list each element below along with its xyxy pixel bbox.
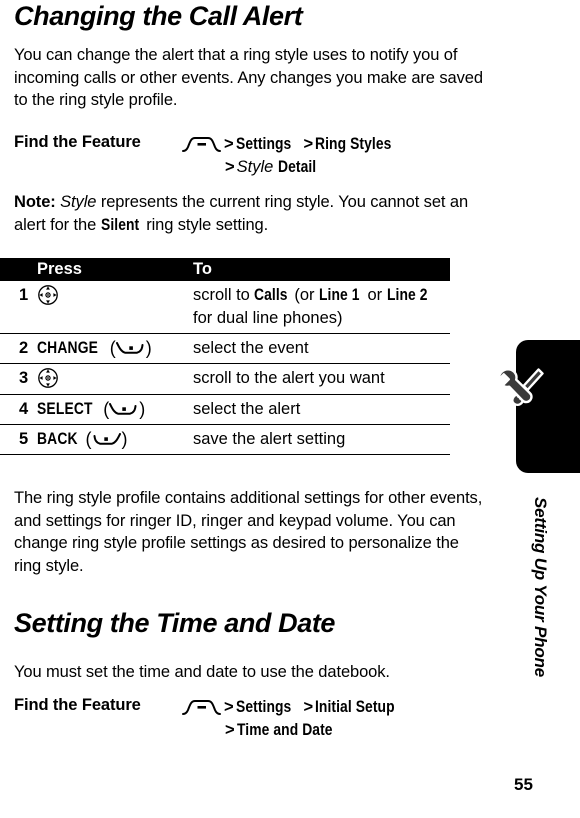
find-the-feature-label: Find the Feature	[14, 133, 141, 151]
page-title-setting-time-and-date: Setting the Time and Date	[14, 608, 336, 638]
paren-close: )	[121, 429, 128, 449]
right-soft-key-icon	[115, 341, 146, 357]
step-number: 5	[19, 430, 29, 448]
path-separator-2a: >	[224, 698, 234, 716]
table-row: 1 scroll to Calls (or Line 1 or Line 2 for …	[0, 281, 450, 334]
closing-paragraph: The ring style profile contains addition…	[14, 489, 483, 575]
step-number: 3	[19, 369, 29, 387]
column-header-press: Press	[37, 260, 82, 278]
find-the-feature-path-1: > Settings > Ring Styles > Style Detail	[181, 133, 491, 179]
step-to-cell: scroll to Calls (or Line 1 or Line 2 for du…	[193, 284, 450, 330]
note-paragraph: Note: Style represents the current ring …	[14, 191, 484, 236]
path-separator-1c: >	[225, 158, 235, 176]
step1-ui-line2: Line 2	[386, 286, 428, 304]
note-text-b: ring style setting.	[146, 215, 269, 234]
path-item-settings: Settings	[235, 698, 291, 716]
step1-mid-1: (or	[294, 286, 315, 304]
intro-paragraph-time-date: You must set the time and date to use th…	[14, 663, 390, 681]
find-the-feature-label: Find the Feature	[14, 696, 141, 714]
paren-close: )	[139, 399, 146, 419]
step-press-cell	[37, 367, 193, 391]
step-number: 2	[19, 339, 29, 357]
table-row: 4 SELECT( ) select the alert	[0, 395, 450, 425]
soft-key-label-change: CHANGE	[37, 339, 99, 357]
find-the-feature-path-2: > Settings > Initial Setup > Time and Date	[181, 696, 491, 742]
nav-key-icon	[37, 367, 59, 389]
step-press-cell: CHANGE( )	[37, 337, 193, 360]
soft-key-label-back: BACK	[37, 430, 78, 448]
path-item-time-and-date: Time and Date	[236, 721, 333, 739]
path-item-settings: Settings	[235, 135, 291, 153]
chapter-tab-label: Setting Up Your Phone	[531, 497, 550, 677]
path-separator-2b: >	[303, 698, 314, 716]
chapter-sidebar: Setting Up Your Phone 55	[497, 0, 580, 818]
step-to-cell: scroll to the alert you want	[193, 369, 385, 387]
note-ui-term-silent: Silent	[100, 215, 139, 234]
step1-ui-calls: Calls	[254, 286, 289, 304]
step-to-cell: select the event	[193, 339, 309, 357]
step-press-cell	[37, 284, 193, 308]
page-number: 55	[514, 775, 533, 794]
menu-key-icon	[181, 136, 221, 152]
step-press-cell: BACK( )	[37, 428, 193, 451]
document-page: Changing the Call Alert You can change t…	[0, 0, 500, 818]
paren-close: )	[145, 338, 152, 358]
note-lead-in: Note:	[14, 193, 56, 211]
path-item-ring-styles: Ring Styles	[315, 135, 392, 153]
step-number: 1	[19, 286, 29, 304]
step1-ui-line1: Line 1	[319, 286, 360, 304]
find-the-feature-path-1-line2: > Style Detail	[181, 156, 491, 179]
step-to-cell: select the alert	[193, 400, 301, 418]
table-row: 5 BACK( ) save the alert setting	[0, 425, 450, 455]
steps-table: Press To 1 scroll to Calls (or Line 1 or…	[0, 258, 450, 455]
right-soft-key-icon	[109, 402, 139, 418]
step1-to-prefix: scroll to	[193, 286, 250, 304]
path-item-style-variable: Style	[236, 158, 274, 176]
find-the-feature-path-2-line2: > Time and Date	[181, 719, 491, 742]
step-number: 4	[19, 400, 29, 418]
path-item-initial-setup: Initial Setup	[315, 698, 395, 716]
note-italic-term: Style	[60, 193, 97, 211]
path-separator-1a: >	[224, 135, 234, 153]
page-title-changing-call-alert: Changing the Call Alert	[14, 1, 303, 31]
path-item-detail: Detail	[277, 158, 317, 176]
step1-to-suffix: for dual line phones)	[193, 309, 343, 327]
table-row: 2 CHANGE( ) select the event	[0, 334, 450, 364]
path-separator-1b: >	[303, 135, 314, 153]
soft-key-label-select: SELECT	[37, 400, 93, 418]
menu-key-icon	[181, 699, 221, 715]
step-to-cell: save the alert setting	[193, 430, 346, 448]
table-row: 3 scroll to the alert you want	[0, 364, 450, 395]
step1-mid-2: or	[367, 286, 383, 304]
wrench-screwdriver-icon	[492, 363, 554, 425]
steps-table-header: Press To	[0, 258, 450, 281]
nav-key-icon	[37, 284, 59, 306]
step-press-cell: SELECT( )	[37, 398, 193, 421]
intro-paragraph-call-alert: You can change the alert that a ring sty…	[14, 46, 483, 109]
column-header-to: To	[193, 260, 212, 278]
path-separator-2c: >	[225, 721, 235, 739]
left-soft-key-icon	[91, 432, 122, 448]
